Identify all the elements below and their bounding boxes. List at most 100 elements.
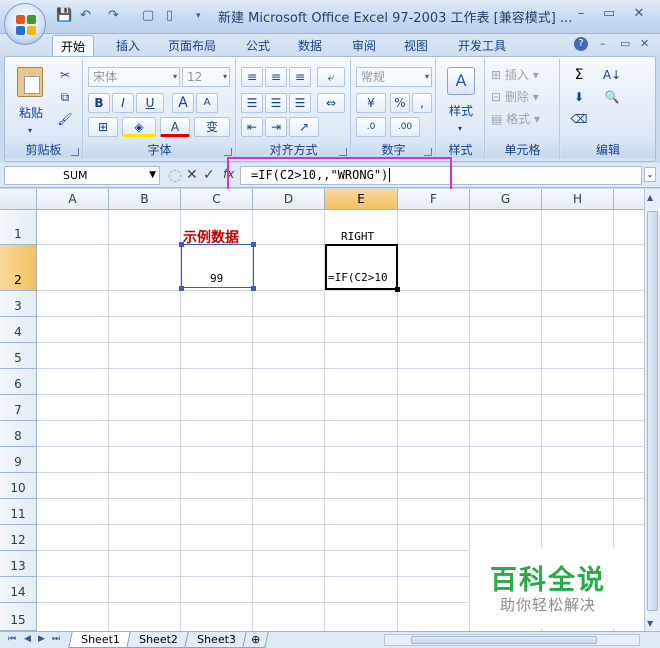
phonetic-button[interactable]: 变 bbox=[194, 117, 230, 137]
align-middle-icon[interactable]: ≡ bbox=[265, 67, 287, 87]
row-header-3[interactable]: 3 bbox=[0, 291, 37, 317]
tab-page-layout[interactable]: 页面布局 bbox=[168, 37, 216, 54]
customize-qa-icon[interactable]: ▾ bbox=[196, 11, 201, 21]
increase-indent-icon[interactable]: ⇥ bbox=[265, 117, 287, 137]
row-header-6[interactable]: 6 bbox=[0, 369, 37, 395]
sheet-tab-1[interactable]: Sheet1 bbox=[68, 632, 131, 648]
autosum-button[interactable]: Σ bbox=[565, 65, 593, 85]
tab-developer[interactable]: 开发工具 bbox=[458, 37, 506, 54]
comma-button[interactable]: , bbox=[412, 93, 432, 113]
column-header-h[interactable]: H bbox=[542, 189, 614, 210]
row-header-1[interactable]: 1 bbox=[0, 210, 37, 245]
selection-handle[interactable] bbox=[179, 242, 184, 247]
grow-font-button[interactable]: A bbox=[172, 93, 194, 113]
row-header-14[interactable]: 14 bbox=[0, 577, 37, 603]
insert-cells-button[interactable]: ⊞ 插入 ▾ bbox=[490, 65, 554, 85]
align-left-icon[interactable]: ☰ bbox=[241, 93, 263, 113]
row-header-5[interactable]: 5 bbox=[0, 343, 37, 369]
row-header-12[interactable]: 12 bbox=[0, 525, 37, 551]
last-sheet-icon[interactable]: ⏭ bbox=[52, 634, 60, 644]
expand-formula-bar-icon[interactable]: ⌄ bbox=[644, 167, 656, 182]
align-bottom-icon[interactable]: ≡ bbox=[289, 67, 311, 87]
delete-cells-button[interactable]: ⊟ 删除 ▾ bbox=[490, 87, 554, 107]
first-sheet-icon[interactable]: ⏮ bbox=[8, 634, 16, 644]
font-size-combo[interactable]: 12 ▾ bbox=[182, 67, 230, 87]
align-right-icon[interactable]: ☰ bbox=[289, 93, 311, 113]
align-center-icon[interactable]: ☰ bbox=[265, 93, 287, 113]
paste-button[interactable]: 粘贴 bbox=[11, 103, 51, 123]
active-cell-e2[interactable]: =IF(C2>10 bbox=[325, 244, 398, 290]
minimize-button[interactable]: – bbox=[566, 6, 596, 21]
styles-button[interactable]: 样式 bbox=[439, 101, 483, 121]
row-header-15[interactable]: 15 bbox=[0, 603, 37, 631]
row-header-13[interactable]: 13 bbox=[0, 551, 37, 577]
column-header-f[interactable]: F bbox=[398, 189, 470, 210]
column-header-c[interactable]: C bbox=[181, 189, 253, 210]
decrease-indent-icon[interactable]: ⇤ bbox=[241, 117, 263, 137]
name-box[interactable]: SUM ▼ bbox=[4, 166, 160, 185]
column-header-a[interactable]: A bbox=[37, 189, 109, 210]
tab-insert[interactable]: 插入 bbox=[116, 37, 140, 54]
print-preview-icon[interactable]: ▢ bbox=[142, 8, 154, 23]
selection-handle[interactable] bbox=[251, 286, 256, 291]
align-top-icon[interactable]: ≡ bbox=[241, 67, 263, 87]
scroll-down-icon[interactable]: ▼ bbox=[647, 619, 653, 628]
ribbon-restore-icon[interactable]: ▭ bbox=[620, 37, 630, 50]
find-select-icon[interactable]: 🔍 bbox=[597, 87, 627, 107]
format-painter-icon[interactable]: 🖌 bbox=[55, 109, 75, 129]
row-header-2[interactable]: 2 bbox=[0, 245, 37, 291]
ribbon-minimize-icon[interactable]: – bbox=[600, 37, 606, 50]
save-icon[interactable]: 💾 bbox=[56, 8, 72, 23]
row-header-4[interactable]: 4 bbox=[0, 317, 37, 343]
cut-icon[interactable]: ✂ bbox=[55, 65, 75, 85]
font-color-button[interactable]: A bbox=[160, 117, 190, 137]
row-header-8[interactable]: 8 bbox=[0, 421, 37, 447]
clear-icon[interactable]: ⌫ bbox=[565, 109, 593, 129]
office-button[interactable] bbox=[4, 3, 46, 45]
font-name-combo[interactable]: 宋体 ▾ bbox=[88, 67, 180, 87]
number-launcher-icon[interactable] bbox=[424, 148, 432, 156]
select-all-corner[interactable] bbox=[0, 189, 37, 210]
tab-view[interactable]: 视图 bbox=[404, 37, 428, 54]
row-header-11[interactable]: 11 bbox=[0, 499, 37, 525]
row-header-9[interactable]: 9 bbox=[0, 447, 37, 473]
fill-color-icon[interactable]: ◈ bbox=[122, 117, 156, 137]
cancel-formula-button[interactable]: ✕ bbox=[186, 167, 198, 183]
restore-button[interactable]: ▭ bbox=[594, 6, 624, 21]
copy-icon[interactable]: ⧉ bbox=[55, 87, 75, 107]
currency-icon[interactable]: ¥ bbox=[356, 93, 386, 113]
cell-e1[interactable]: RIGHT bbox=[341, 230, 374, 243]
horizontal-scrollbar[interactable] bbox=[384, 634, 640, 646]
sheet-tab-2[interactable]: Sheet2 bbox=[126, 632, 189, 648]
column-header-g[interactable]: G bbox=[470, 189, 542, 210]
orientation-icon[interactable]: ↗ bbox=[289, 117, 319, 137]
column-header-d[interactable]: D bbox=[253, 189, 325, 210]
fill-icon[interactable]: ⬇ bbox=[565, 87, 593, 107]
enter-formula-button[interactable]: ✓ bbox=[203, 167, 215, 183]
horizontal-scroll-thumb[interactable] bbox=[411, 636, 597, 644]
tab-data[interactable]: 数据 bbox=[298, 37, 322, 54]
column-header-e[interactable]: E bbox=[325, 189, 398, 210]
selection-handle[interactable] bbox=[251, 242, 256, 247]
wrap-text-icon[interactable]: ⤶ bbox=[317, 67, 345, 87]
increase-decimal-icon[interactable]: .0 bbox=[356, 117, 386, 137]
alignment-launcher-icon[interactable] bbox=[339, 148, 347, 156]
bold-button[interactable]: B bbox=[88, 93, 110, 113]
row-header-10[interactable]: 10 bbox=[0, 473, 37, 499]
redo-icon[interactable]: ↷ bbox=[108, 8, 119, 23]
cell-c2-selection[interactable]: 99 bbox=[181, 244, 254, 288]
selection-handle[interactable] bbox=[179, 286, 184, 291]
merge-center-icon[interactable]: ⇔ bbox=[317, 93, 345, 113]
column-header-b[interactable]: B bbox=[109, 189, 181, 210]
font-launcher-icon[interactable] bbox=[224, 148, 232, 156]
scroll-up-icon[interactable]: ▲ bbox=[647, 193, 653, 202]
shrink-font-button[interactable]: A bbox=[196, 93, 218, 113]
sort-filter-icon[interactable]: A↓ bbox=[597, 65, 627, 85]
undo-icon[interactable]: ↶ bbox=[80, 8, 91, 23]
tab-review[interactable]: 审阅 bbox=[352, 37, 376, 54]
sheet-tab-3[interactable]: Sheet3 bbox=[184, 632, 247, 648]
next-sheet-icon[interactable]: ▶ bbox=[38, 634, 45, 644]
close-button[interactable]: ✕ bbox=[624, 6, 654, 21]
clipboard-launcher-icon[interactable] bbox=[71, 148, 79, 156]
help-icon[interactable]: ? bbox=[574, 37, 588, 51]
